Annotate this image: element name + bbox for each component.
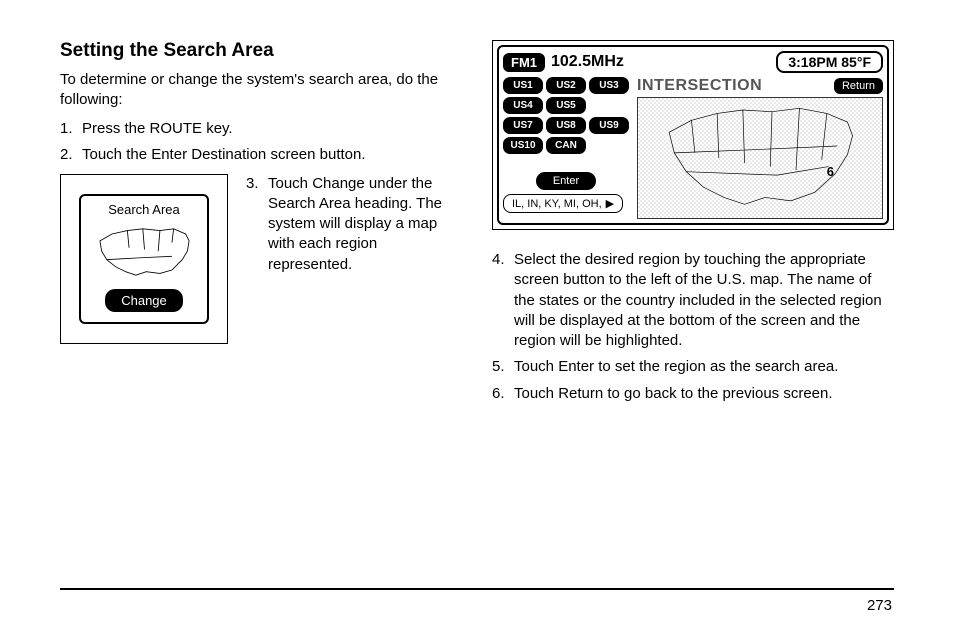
step-4-text: Select the desired region by touching th… <box>514 251 882 349</box>
step-1: 1.Press the ROUTE key. <box>82 119 462 139</box>
nav-screenshot-figure: FM1 102.5MHz 3:18PM 85°F US1 US2 US3 US4… <box>492 40 894 230</box>
region-us2-button[interactable]: US2 <box>546 77 586 94</box>
step-4: 4.Select the desired region by touching … <box>514 250 894 351</box>
region-can-button[interactable]: CAN <box>546 137 586 154</box>
change-button[interactable]: Change <box>105 289 183 312</box>
step-6-text: Touch Return to go back to the previous … <box>514 385 833 402</box>
section-heading: Setting the Search Area <box>60 40 462 62</box>
region-empty-slot <box>589 97 629 114</box>
region-button-grid: US1 US2 US3 US4 US5 US7 US8 US9 US10 CAN <box>503 77 629 154</box>
region-us5-button[interactable]: US5 <box>546 97 586 114</box>
step-2: 2.Touch the Enter Destination screen but… <box>82 145 462 165</box>
status-time-temp: 3:18PM 85°F <box>776 51 883 73</box>
selected-states-list: IL, IN, KY, MI, OH, ▶ <box>503 194 623 213</box>
selected-region-marker: 6 <box>827 164 834 179</box>
screen-title-intersection: INTERSECTION <box>637 77 762 95</box>
usa-region-map[interactable]: 6 <box>637 97 883 219</box>
step-5-text: Touch Enter to set the region as the sea… <box>514 358 838 375</box>
page-number: 273 <box>867 597 892 614</box>
region-us8-button[interactable]: US8 <box>546 117 586 134</box>
step-2-text: Touch the Enter Destination screen butto… <box>82 146 366 163</box>
mini-usa-map <box>89 221 199 283</box>
radio-frequency: 102.5MHz <box>551 53 624 71</box>
step-3-text: Touch Change under the Search Area headi… <box>268 175 442 273</box>
radio-band-badge: FM1 <box>503 53 545 72</box>
return-button[interactable]: Return <box>834 78 883 94</box>
enter-button[interactable]: Enter <box>536 172 596 190</box>
region-us7-button[interactable]: US7 <box>503 117 543 134</box>
search-area-title: Search Area <box>108 202 180 217</box>
step-5: 5.Touch Enter to set the region as the s… <box>514 357 894 377</box>
region-us3-button[interactable]: US3 <box>589 77 629 94</box>
step-1-text: Press the ROUTE key. <box>82 120 233 137</box>
footer-rule <box>60 588 894 590</box>
step-3: 3.Touch Change under the Search Area hea… <box>268 174 462 275</box>
states-more-icon: ▶ <box>606 197 614 210</box>
step-6: 6.Touch Return to go back to the previou… <box>514 384 894 404</box>
region-empty-slot-2 <box>589 137 629 154</box>
search-area-figure: Search Area Change <box>60 174 228 344</box>
region-us9-button[interactable]: US9 <box>589 117 629 134</box>
region-us4-button[interactable]: US4 <box>503 97 543 114</box>
states-text: IL, IN, KY, MI, OH, <box>512 198 602 210</box>
region-us1-button[interactable]: US1 <box>503 77 543 94</box>
intro-text: To determine or change the system's sear… <box>60 70 462 109</box>
region-us10-button[interactable]: US10 <box>503 137 543 154</box>
